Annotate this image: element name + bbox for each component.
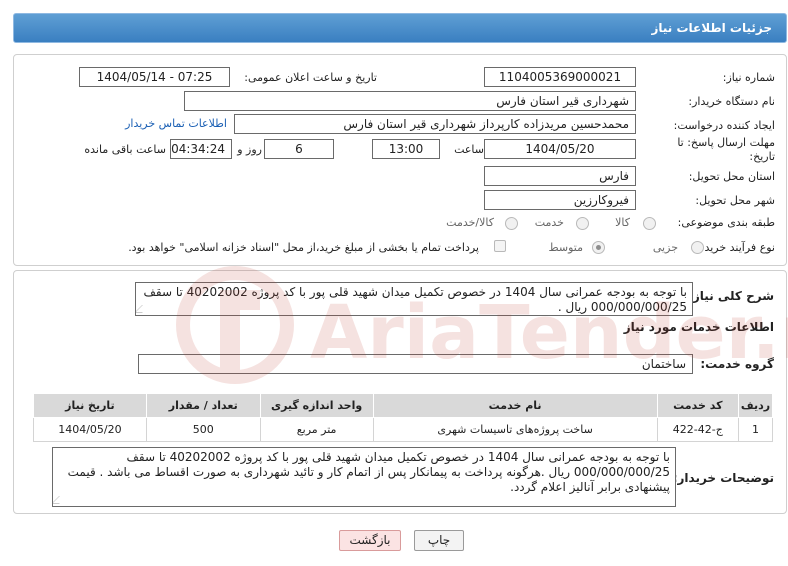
city-field: فیروکارزین xyxy=(484,190,636,210)
page-header: جزئیات اطلاعات نیاز xyxy=(13,13,787,43)
back-button[interactable]: بازگشت xyxy=(339,530,401,551)
services-table-header: ردیف کد خدمت نام خدمت واحد اندازه گیری ت… xyxy=(33,393,774,418)
need-number-label: شماره نیاز: xyxy=(722,71,775,84)
province-label: استان محل تحویل: xyxy=(688,170,775,183)
creator-label: ایجاد کننده درخواست: xyxy=(673,119,775,132)
col-service-name: نام خدمت xyxy=(372,393,658,418)
summary-textarea[interactable]: با توجه به بودجه عمرانی سال 1404 در خصوص… xyxy=(135,282,693,316)
announce-datetime-field: 1404/05/14 - 07:25 xyxy=(79,67,230,87)
category-label: طبقه بندی موضوعی: xyxy=(677,216,775,229)
buyer-notes-label: توضیحات خریدار: xyxy=(672,471,774,485)
service-group-label: گروه خدمت: xyxy=(700,357,774,371)
category-radio-service[interactable] xyxy=(576,217,589,230)
deadline-time-field: 13:00 xyxy=(372,139,440,159)
category-option-goods: کالا xyxy=(615,216,630,229)
col-unit: واحد اندازه گیری xyxy=(259,393,374,418)
announce-datetime-label: تاریخ و ساعت اعلان عمومی: xyxy=(244,71,377,84)
col-quantity: تعداد / مقدار xyxy=(145,393,261,418)
services-table: ردیف کد خدمت نام خدمت واحد اندازه گیری ت… xyxy=(33,393,774,442)
treasury-payment-note: پرداخت تمام یا بخشی از مبلغ خرید،از محل … xyxy=(128,241,479,254)
cell-service-name: ساخت پروژه‌های تاسیسات شهری xyxy=(372,417,658,442)
buyer-contact-link[interactable]: اطلاعات تماس خریدار xyxy=(125,117,227,130)
purchase-type-label: نوع فرآیند خرید : xyxy=(697,241,775,254)
buyer-notes-line-3: پیشنهادی برابر آنالیز اعلام گردد. xyxy=(510,480,670,494)
remaining-time-field: 04:34:24 xyxy=(170,139,232,159)
summary-line-1: با توجه به بودجه عمرانی سال 1404 در خصوص… xyxy=(143,285,687,299)
category-option-service: خدمت xyxy=(534,216,564,229)
summary-label: شرح کلی نیاز: xyxy=(688,289,774,303)
cell-quantity: 500 xyxy=(145,417,261,442)
deadline-label: مهلت ارسال پاسخ: تا تاریخ: xyxy=(677,136,775,164)
service-group-field: ساختمان xyxy=(138,354,693,374)
deadline-label-line2: تاریخ: xyxy=(749,150,775,163)
resize-grip-icon[interactable] xyxy=(53,496,67,504)
buyer-org-field: شهرداری قیر استان فارس xyxy=(184,91,636,111)
deadline-time-label: ساعت xyxy=(454,143,484,156)
category-radio-goods-service[interactable] xyxy=(505,217,518,230)
buyer-org-label: نام دستگاه خریدار: xyxy=(688,95,775,108)
purchase-option-medium: متوسط xyxy=(548,241,583,254)
purchase-radio-minor[interactable] xyxy=(691,241,704,254)
remaining-time-label: ساعت باقی مانده xyxy=(84,143,166,156)
col-need-date: تاریخ نیاز xyxy=(33,393,147,418)
city-label: شهر محل تحویل: xyxy=(695,194,775,207)
services-title: اطلاعات خدمات مورد نیاز xyxy=(623,320,774,334)
cell-unit: متر مربع xyxy=(259,417,374,442)
province-field: فارس xyxy=(484,166,636,186)
buyer-notes-line-2: 000/000/000/25 ریال .هرگونه پرداخت به پی… xyxy=(67,465,670,479)
col-row-number: ردیف xyxy=(737,393,774,418)
creator-field: محمدحسین مریدزاده کارپرداز شهرداری قیر ا… xyxy=(234,114,636,134)
buyer-notes-line-1: با توجه به بودجه عمرانی سال 1404 در خصوص… xyxy=(126,450,670,464)
cell-row-number: 1 xyxy=(737,417,774,442)
need-number-field: 1104005369000021 xyxy=(484,67,636,87)
buyer-notes-textarea[interactable]: با توجه به بودجه عمرانی سال 1404 در خصوص… xyxy=(52,447,676,507)
table-row: 1 ج-42-422 ساخت پروژه‌های تاسیسات شهری م… xyxy=(33,417,774,442)
cell-service-code: ج-42-422 xyxy=(656,417,739,442)
remaining-days-label: روز و xyxy=(237,143,262,156)
treasury-docs-checkbox[interactable] xyxy=(494,240,506,252)
summary-line-2: 000/000/000/25 ریال . xyxy=(557,300,687,314)
remaining-days-field: 6 xyxy=(264,139,334,159)
deadline-date-field: 1404/05/20 xyxy=(484,139,636,159)
col-service-code: کد خدمت xyxy=(656,393,739,418)
purchase-option-minor: جزیی xyxy=(652,241,678,254)
purchase-radio-medium[interactable] xyxy=(592,241,605,254)
cell-need-date: 1404/05/20 xyxy=(33,417,147,442)
deadline-label-line1: مهلت ارسال پاسخ: تا xyxy=(677,136,775,149)
print-button[interactable]: چاپ xyxy=(414,530,464,551)
category-option-goods-service: کالا/خدمت xyxy=(446,216,494,229)
category-radio-goods[interactable] xyxy=(643,217,656,230)
